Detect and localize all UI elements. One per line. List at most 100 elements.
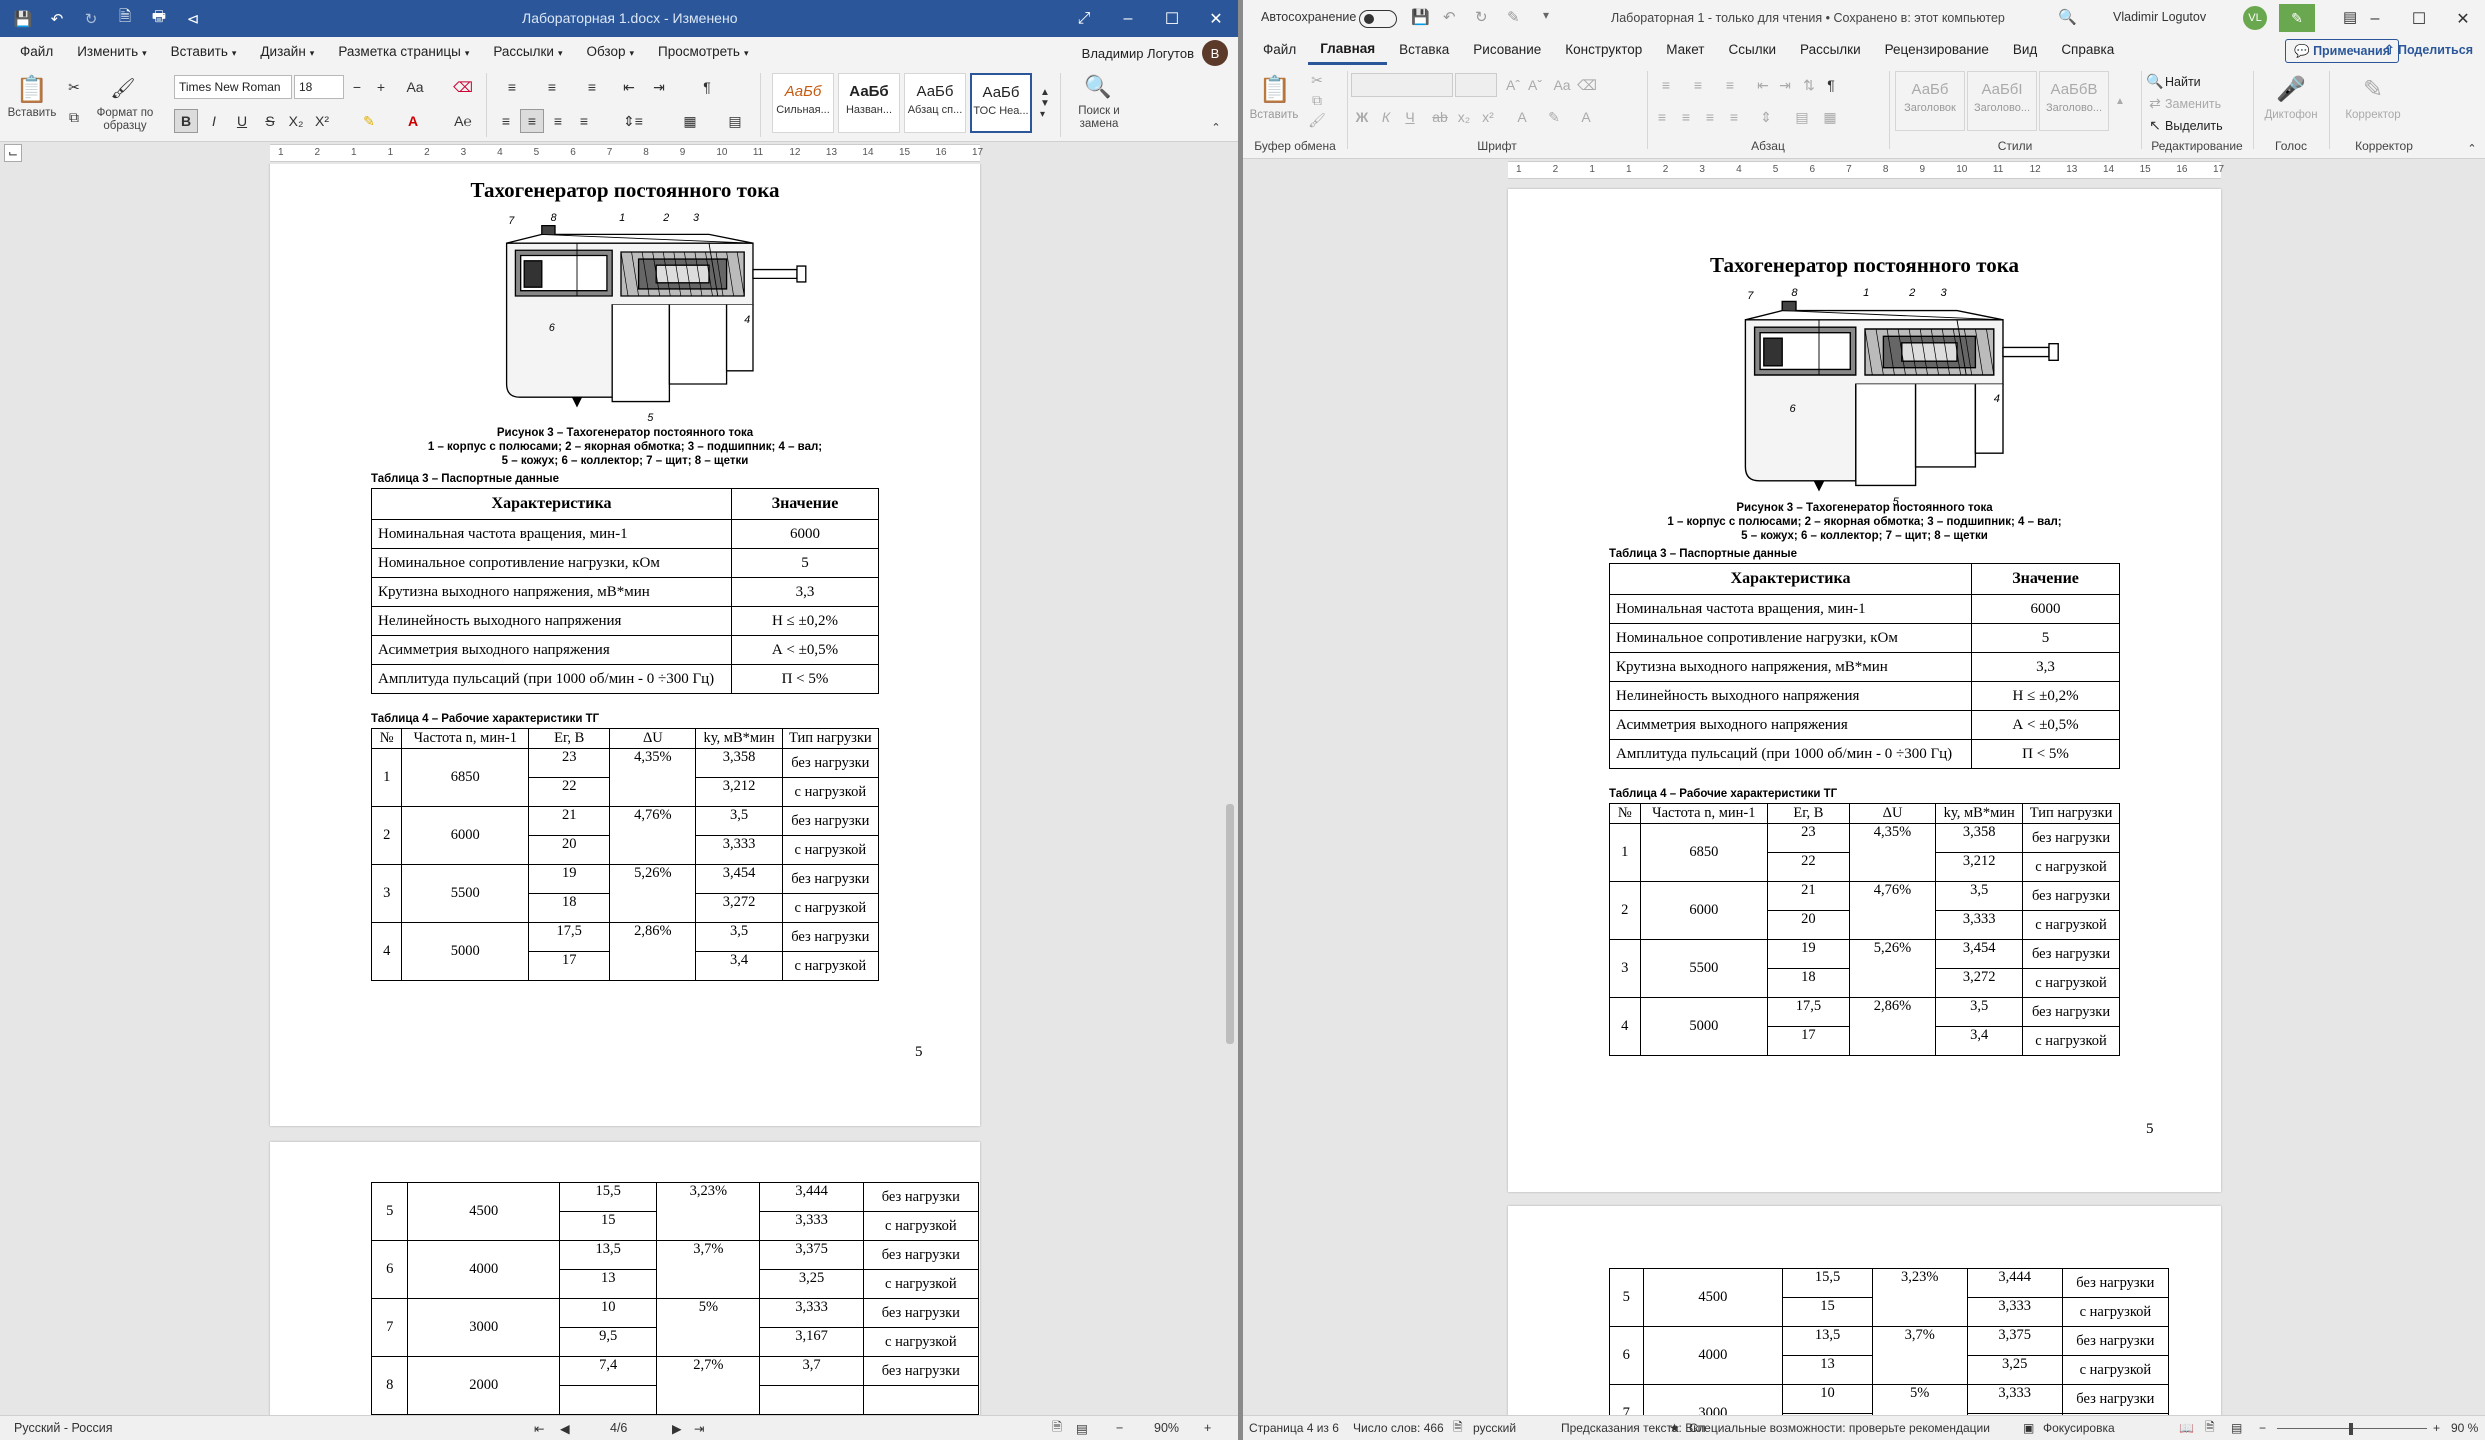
copy-icon[interactable]: ⧉ — [62, 107, 86, 127]
align-center-icon[interactable]: ≡ — [520, 109, 544, 133]
table4-caption[interactable]: Таблица 4 – Рабочие характеристики ТГ — [371, 713, 599, 725]
justify-icon[interactable]: ≡ — [572, 109, 596, 133]
format-painter-icon[interactable]: 🖌 — [108, 73, 138, 103]
autosave-toggle[interactable] — [1359, 10, 1397, 28]
tab-1[interactable]: Главная — [1308, 35, 1388, 65]
highlight-icon[interactable]: ✎ — [1541, 105, 1567, 129]
change-case-icon[interactable]: Aa — [400, 75, 430, 99]
font-decrease-icon[interactable]: − — [346, 75, 368, 99]
font-shrink-icon[interactable]: Aˇ — [1525, 73, 1545, 97]
fullscreen-icon[interactable]: ⤢ — [1062, 0, 1106, 37]
decrease-indent-icon[interactable]: ⇤ — [616, 75, 642, 99]
align-right-icon[interactable]: ≡ — [1699, 105, 1721, 129]
undo-icon[interactable]: ↶ — [40, 0, 74, 37]
style-0[interactable]: АаБб Заголовок — [1895, 71, 1965, 131]
font-name-field[interactable]: Times New Roman — [174, 75, 292, 99]
strikethrough-button[interactable]: S — [258, 109, 282, 133]
format-painter-icon[interactable]: 🖌 — [1307, 111, 1327, 129]
text-predictions-status[interactable]: Предсказания текста: Вкл — [1561, 1421, 1706, 1435]
redo-icon[interactable]: ↻ — [1475, 8, 1488, 26]
clear-formatting-icon[interactable]: ⌫ — [1577, 73, 1597, 97]
bold-button[interactable]: Ж — [1351, 105, 1373, 129]
align-right-icon[interactable]: ≡ — [546, 109, 570, 133]
subscript-button[interactable]: X₂ — [284, 109, 308, 133]
zoom-out-icon[interactable]: − — [1116, 1421, 1123, 1435]
tab-5[interactable]: Рассылки ▾ — [481, 37, 574, 67]
highlight-icon[interactable]: ✎ — [352, 109, 386, 133]
text-effects-icon[interactable]: A℮ — [450, 109, 476, 133]
paste-icon[interactable]: 📋 — [1257, 71, 1293, 107]
numbering-icon[interactable]: ≡ — [1683, 73, 1713, 97]
pilcrow-icon[interactable]: ¶ — [1821, 73, 1841, 97]
bullets-icon[interactable]: ≡ — [1651, 73, 1681, 97]
tab-0[interactable]: Файл — [1251, 35, 1308, 65]
tab-7[interactable]: Просмотреть ▾ — [646, 37, 760, 67]
pen-icon[interactable]: ✎ — [2279, 4, 2315, 32]
share-button[interactable]: ⇧ Поделиться — [2378, 39, 2479, 63]
tab-3[interactable]: Дизайн ▾ — [248, 37, 326, 67]
last-page-icon[interactable]: ⇥ — [694, 1421, 704, 1436]
tab-4[interactable]: Разметка страницы ▾ — [326, 37, 481, 67]
line-spacing-icon[interactable]: ⇕≡ — [616, 109, 650, 133]
format-painter-label[interactable]: Формат по образцу — [90, 107, 160, 133]
style-3[interactable]: АаБб ТОС Нea... — [970, 73, 1032, 133]
horizontal-ruler[interactable]: 1 2 1 1 2 3 4 5 6 7 8 9 10 11 12 13 14 15 16 17 — [1508, 161, 2224, 179]
microphone-icon[interactable]: 🎤 — [2273, 71, 2309, 107]
dictate-label[interactable]: Диктофон — [2259, 109, 2323, 122]
avatar[interactable]: VL — [2243, 6, 2267, 30]
find-label[interactable]: Найти — [2165, 75, 2201, 89]
minimize-button[interactable]: – — [1106, 0, 1150, 37]
maximize-button[interactable]: ☐ — [1150, 0, 1194, 37]
scroll-thumb[interactable] — [1226, 804, 1234, 1044]
replace-icon[interactable]: ⇄ — [2147, 93, 2163, 113]
zoom-level[interactable]: 90% — [1154, 1421, 1179, 1435]
web-layout-icon[interactable]: ▤ — [2231, 1421, 2242, 1435]
styles-scroll-icon[interactable]: ▲ ▼ ▾ — [1038, 73, 1052, 133]
tab-1[interactable]: Изменить ▾ — [65, 37, 158, 67]
zoom-in-icon[interactable]: + — [2433, 1421, 2440, 1435]
decrease-indent-icon[interactable]: ⇤ — [1753, 73, 1773, 97]
font-color-icon[interactable]: A — [1573, 105, 1599, 129]
collapse-ribbon-icon[interactable]: ⌃ — [2463, 139, 2481, 157]
zoom-level[interactable]: 90 % — [2451, 1421, 2478, 1435]
page-indicator[interactable]: 4/6 — [610, 1421, 627, 1435]
focus-label[interactable]: Фокусировка — [2043, 1421, 2115, 1435]
italic-button[interactable]: К — [1375, 105, 1397, 129]
clear-formatting-icon[interactable]: ⌫ — [450, 75, 476, 99]
font-name-field[interactable] — [1351, 73, 1453, 97]
sort-icon[interactable]: ⇅ — [1799, 73, 1819, 97]
borders-icon[interactable]: ▦ — [1817, 105, 1843, 129]
language-status[interactable]: русский — [1473, 1421, 1516, 1435]
increase-indent-icon[interactable]: ⇥ — [646, 75, 672, 99]
new-document-icon[interactable]: 🗎 — [108, 0, 142, 37]
font-color-icon[interactable]: A — [396, 109, 430, 133]
tab-0[interactable]: Файл — [8, 37, 65, 67]
cut-icon[interactable]: ✂ — [1307, 71, 1327, 89]
print-layout-icon[interactable]: 🗎 — [1052, 1418, 1062, 1439]
multilevel-list-icon[interactable]: ≡ — [1715, 73, 1745, 97]
tab-4[interactable]: Конструктор — [1553, 35, 1654, 65]
cut-icon[interactable]: ✂ — [62, 77, 86, 97]
replace-label[interactable]: Заменить — [2165, 97, 2221, 111]
pilcrow-icon[interactable]: ¶ — [694, 75, 720, 99]
zoom-out-icon[interactable]: − — [2259, 1421, 2266, 1435]
superscript-button[interactable]: x² — [1477, 105, 1499, 129]
multilevel-list-icon[interactable]: ≡ — [574, 75, 610, 99]
zoom-slider-thumb[interactable] — [2349, 1423, 2353, 1435]
close-button[interactable]: ✕ — [1194, 0, 1238, 37]
find-icon[interactable]: 🔍 — [2146, 71, 2163, 91]
print-layout-icon[interactable]: 🗎 — [2205, 1418, 2215, 1439]
borders-icon[interactable]: ▦ — [670, 109, 710, 133]
justify-icon[interactable]: ≡ — [1723, 105, 1745, 129]
accessibility-icon[interactable]: ★ — [1669, 1421, 1680, 1435]
bullets-icon[interactable]: ≡ — [494, 75, 530, 99]
underline-button[interactable]: Ч — [1399, 105, 1421, 129]
italic-button[interactable]: I — [202, 109, 226, 133]
strikethrough-button[interactable]: ab — [1429, 105, 1451, 129]
page-count-status[interactable]: Страница 4 из 6 — [1249, 1421, 1339, 1435]
accessibility-status[interactable]: Специальные возможности: проверьте реком… — [1689, 1421, 1990, 1435]
tab-9[interactable]: Вид — [2001, 35, 2049, 65]
zoom-in-icon[interactable]: + — [1204, 1421, 1211, 1435]
page-title[interactable]: Тахогенератор постоянного тока — [1508, 253, 2221, 278]
bold-button[interactable]: B — [174, 109, 198, 133]
